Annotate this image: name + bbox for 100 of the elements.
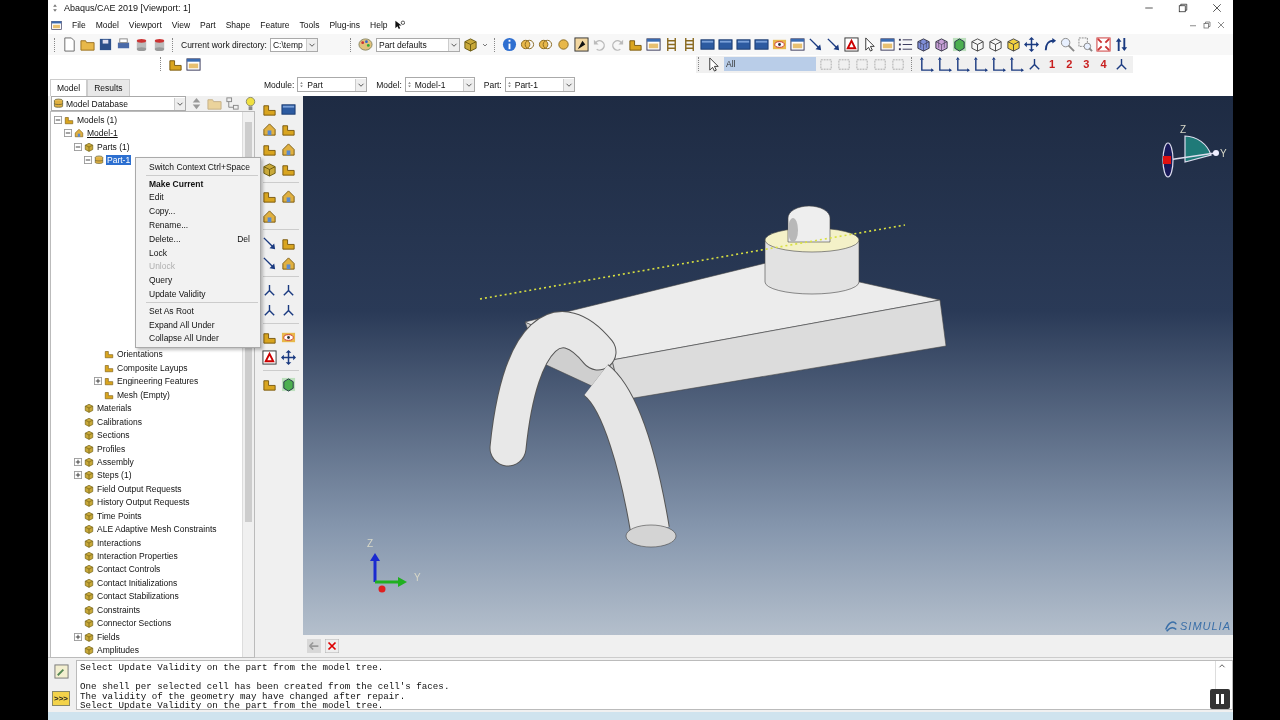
menu-item[interactable]: Edit — [136, 190, 260, 205]
eye-icon[interactable] — [771, 37, 787, 52]
axis-icon[interactable] — [1009, 56, 1024, 72]
tree-item[interactable]: Models (1) — [76, 114, 119, 125]
collapse-toggle[interactable] — [64, 129, 72, 138]
annotation-icon[interactable] — [843, 37, 859, 52]
expand-toggle[interactable] — [74, 632, 82, 641]
tree-item[interactable]: Contact Initializations — [96, 577, 179, 588]
view-button[interactable]: 2 — [1062, 58, 1077, 70]
tree-item[interactable]: Time Points — [96, 510, 143, 521]
tree-item[interactable]: Assembly — [96, 456, 135, 467]
restore-button[interactable] — [1177, 2, 1189, 14]
module-dropdown[interactable]: Part — [297, 77, 368, 92]
tab[interactable]: Results — [87, 79, 130, 96]
menu-item[interactable]: Plug-ins — [324, 20, 366, 30]
tree-item[interactable]: Connector Sections — [96, 618, 173, 629]
circles-icon[interactable] — [537, 37, 553, 52]
close-button[interactable] — [1215, 19, 1227, 31]
cube-icon[interactable] — [951, 37, 967, 52]
palette-icon[interactable] — [357, 37, 373, 52]
menu-item[interactable]: Query — [136, 273, 260, 288]
triad-icon[interactable] — [1027, 56, 1042, 72]
kernel-button[interactable]: >>> — [52, 691, 70, 706]
tree-item[interactable]: Part-1 — [106, 155, 132, 166]
menu-item[interactable]: Viewport — [123, 20, 167, 30]
menu-item[interactable]: Delete... Del — [136, 232, 260, 246]
menu-item[interactable]: Copy... — [136, 204, 260, 219]
tab[interactable]: Model — [50, 79, 88, 96]
menu-item[interactable]: Model — [90, 20, 124, 30]
axis-icon[interactable] — [919, 56, 934, 72]
menu-item[interactable]: File — [67, 20, 91, 30]
directory-dropdown[interactable]: C:\temp — [269, 37, 318, 52]
tree-item[interactable]: Engineering Features — [116, 376, 200, 387]
view-button[interactable]: 1 — [1045, 58, 1060, 70]
tree-item[interactable]: Interactions — [96, 537, 142, 548]
tree-item[interactable]: Model-1 — [86, 128, 119, 139]
display-group-dropdown[interactable]: Part defaults — [375, 37, 460, 52]
arrow-icon[interactable] — [825, 37, 841, 52]
panel-icon[interactable] — [699, 37, 715, 52]
axis-icon[interactable] — [937, 56, 952, 72]
part-dropdown[interactable]: Part-1 — [504, 77, 575, 92]
menu-item[interactable]: Lock — [136, 245, 260, 260]
axis-icon[interactable] — [973, 56, 988, 72]
menu-item[interactable]: Feature — [255, 20, 295, 30]
tree-item[interactable]: Fields — [96, 631, 121, 642]
collapse-toggle[interactable] — [74, 142, 82, 151]
database-icon[interactable] — [134, 37, 149, 52]
tree-item[interactable]: Mesh (Empty) — [116, 389, 171, 400]
menu-item[interactable]: Part — [195, 20, 221, 30]
database-icon[interactable] — [152, 37, 167, 52]
tree-item[interactable]: Calibrations — [96, 416, 143, 427]
tree-item[interactable]: Interaction Properties — [96, 551, 179, 562]
cube-icon[interactable] — [1005, 37, 1021, 52]
window-icon[interactable] — [51, 19, 62, 31]
tree-item[interactable]: ALE Adaptive Mesh Constraints — [96, 524, 218, 535]
view-button[interactable]: 3 — [1079, 58, 1094, 70]
panel-icon[interactable] — [717, 37, 733, 52]
tree-item[interactable]: Materials — [96, 403, 133, 414]
arrow-icon[interactable] — [261, 255, 277, 271]
menu-item[interactable]: Shape — [220, 20, 256, 30]
axis-icon[interactable] — [991, 56, 1006, 72]
tree-item[interactable]: Steps (1) — [96, 470, 133, 481]
fit-icon[interactable] — [1095, 37, 1111, 52]
move-icon[interactable] — [1023, 37, 1039, 52]
model-dropdown[interactable]: Model-1 — [404, 77, 475, 92]
mesh-cube-icon[interactable] — [933, 37, 949, 52]
tree-icon[interactable] — [225, 96, 240, 111]
info-icon[interactable] — [501, 37, 517, 52]
window-icon[interactable] — [789, 37, 805, 52]
menu-item[interactable]: Set As Root — [136, 303, 260, 318]
menu-item[interactable]: Tools — [294, 20, 325, 30]
window-icon[interactable] — [645, 37, 661, 52]
cube-icon[interactable] — [280, 376, 296, 392]
tree-item[interactable]: Profiles — [96, 443, 127, 454]
tree-item[interactable]: Orientations — [116, 349, 164, 360]
light-bulb-icon[interactable] — [243, 96, 258, 111]
collapse-toggle[interactable] — [54, 115, 62, 124]
tree-item[interactable]: Parts (1) — [96, 141, 131, 152]
close-button[interactable] — [1211, 2, 1223, 14]
tree-item[interactable]: Composite Layups — [116, 362, 189, 373]
tree-item[interactable]: Field Output Requests — [96, 483, 183, 494]
panel-icon[interactable] — [753, 37, 769, 52]
wireframe-cube-icon[interactable] — [987, 37, 1003, 52]
tree-item[interactable]: Sections — [96, 430, 131, 441]
panel-icon[interactable] — [280, 101, 296, 117]
cube-icon[interactable] — [462, 37, 478, 52]
folder-icon[interactable] — [80, 37, 95, 52]
restore-button[interactable] — [1201, 19, 1213, 31]
menu-item[interactable]: Expand All Under — [136, 317, 260, 332]
axis-icon[interactable] — [955, 56, 970, 72]
pause-button[interactable] — [1210, 689, 1230, 709]
menu-item[interactable]: Update Validity — [136, 287, 260, 301]
menu-item[interactable]: Rename... — [136, 218, 260, 232]
panel-icon[interactable] — [735, 37, 751, 52]
tree-item[interactable]: Contact Stabilizations — [96, 591, 180, 602]
arrow-icon[interactable] — [807, 37, 823, 52]
selection-filter-field[interactable]: All — [724, 57, 816, 71]
notepad-icon[interactable] — [53, 664, 69, 679]
cursor-icon[interactable] — [573, 37, 589, 52]
sort-icon[interactable] — [1113, 37, 1129, 52]
